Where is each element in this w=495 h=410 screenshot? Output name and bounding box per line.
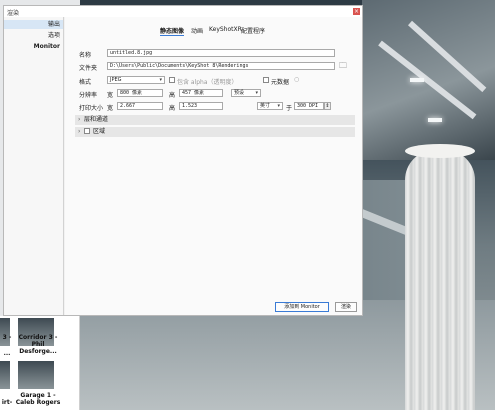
tab-still-image[interactable]: 静态图像	[160, 26, 185, 36]
render-dialog: 渲染 × 输出 选项 Monitor 静态图像 动画 KeyShotXR 配置程…	[3, 5, 363, 316]
metadata-label: 元数据	[271, 79, 290, 86]
sidebar-item-options[interactable]: 选项	[4, 31, 63, 40]
info-icon[interactable]: ○	[294, 76, 299, 83]
scene-pillar	[405, 150, 475, 410]
thumbnail-image[interactable]	[18, 361, 54, 389]
tab-animation[interactable]: 动画	[191, 26, 203, 35]
print-width-field[interactable]: 2.667	[117, 102, 163, 110]
dialog-title: 渲染	[7, 10, 20, 17]
dpi-field[interactable]: 300 DPI	[294, 102, 324, 110]
close-icon[interactable]: ×	[353, 8, 360, 15]
alpha-label: 包含 alpha（透明度）	[177, 79, 238, 86]
name-label: 名称	[79, 52, 92, 59]
chevron-down-icon: ▾	[277, 103, 280, 109]
dialog-content: 静态图像 动画 KeyShotXR 配置程序 名称 untitled.8.jpg…	[65, 17, 362, 315]
thumbnail-label: irt-	[1, 399, 13, 406]
thumbnail-label: Garage 1 - Caleb Rogers	[15, 392, 61, 406]
name-field[interactable]: untitled.8.jpg	[107, 49, 335, 57]
tab-configurator[interactable]: 配置程序	[241, 26, 265, 35]
width-field[interactable]: 800 像素	[117, 89, 163, 97]
thumbnail-image[interactable]	[0, 361, 10, 389]
print-width-label: 宽	[107, 105, 114, 112]
add-to-monitor-button[interactable]: 添加到 Monitor	[275, 302, 329, 312]
format-value: JPEG	[110, 77, 122, 83]
print-height-field[interactable]: 1.523	[179, 102, 223, 110]
preset-value: 预设	[234, 90, 245, 96]
format-select[interactable]: JPEG ▾	[107, 76, 165, 84]
width-label: 宽	[107, 92, 114, 99]
dialog-titlebar: 渲染 ×	[4, 6, 362, 17]
thumbnail-label: 3 -	[2, 334, 12, 341]
resolution-label: 分辨率	[79, 92, 98, 99]
ceiling-light	[428, 118, 442, 122]
unit-value: 英寸	[260, 103, 271, 109]
format-label: 格式	[79, 79, 92, 86]
dpi-stepper[interactable]: ⇕	[324, 102, 331, 110]
print-size-label: 打印大小	[79, 105, 104, 112]
region-checkbox[interactable]	[84, 128, 90, 134]
thumbnail-label: Corridor 3 - Phil Desforge...	[18, 334, 58, 355]
dialog-sidebar: 输出 选项 Monitor	[4, 17, 64, 315]
at-label: 于	[286, 105, 293, 112]
ceiling-light	[410, 78, 424, 82]
sidebar-item-output[interactable]: 输出	[4, 20, 63, 29]
section-label: 层和通道	[84, 116, 109, 123]
library-panel: 3 - Corridor 3 - Phil Desforge... ... Ga…	[0, 316, 80, 410]
chevron-down-icon: ▾	[255, 90, 258, 96]
thumbnail-image[interactable]	[0, 318, 10, 346]
region-section[interactable]: › 区域	[75, 127, 355, 137]
thumbnail-label: ...	[3, 350, 11, 357]
folder-icon[interactable]: 🗀	[339, 62, 347, 70]
height-label: 高	[169, 92, 176, 99]
section-label: 区域	[93, 128, 106, 135]
chevron-down-icon: ▾	[159, 77, 162, 83]
scene-pillar-top	[405, 144, 475, 158]
height-field[interactable]: 457 像素	[179, 89, 223, 97]
render-button[interactable]: 渲染	[335, 302, 357, 312]
metadata-checkbox[interactable]	[263, 77, 269, 83]
unit-select[interactable]: 英寸 ▾	[257, 102, 283, 110]
alpha-checkbox[interactable]	[169, 77, 175, 83]
layers-channels-section[interactable]: › 层和通道	[75, 115, 355, 125]
preset-select[interactable]: 预设 ▾	[231, 89, 261, 97]
sidebar-item-monitor[interactable]: Monitor	[4, 42, 63, 51]
folder-label: 文件夹	[79, 65, 98, 72]
folder-field[interactable]: D:\Users\Public\Documents\KeyShot 8\Rend…	[107, 62, 335, 70]
tab-keyshotxr[interactable]: KeyShotXR	[209, 26, 242, 33]
print-height-label: 高	[169, 105, 176, 112]
